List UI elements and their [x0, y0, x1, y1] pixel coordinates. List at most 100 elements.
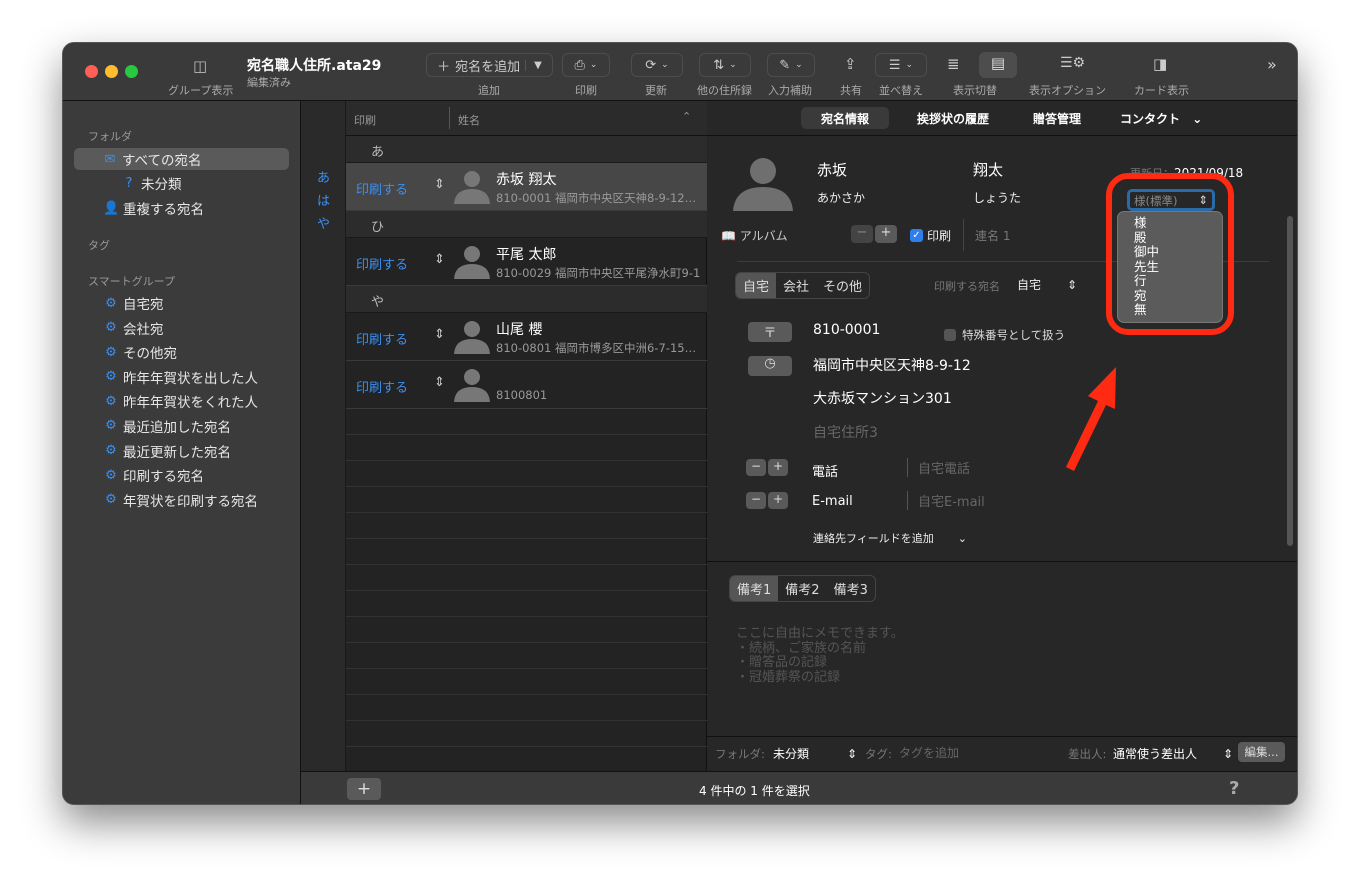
zip-field[interactable]: 810-0001: [813, 322, 880, 338]
update-button[interactable]: ⟳ ⌄: [631, 53, 683, 77]
view-options-icon[interactable]: ☰⚙: [1060, 55, 1085, 71]
updown-icon[interactable]: ⇕: [434, 375, 445, 390]
gear-icon: ⚙: [105, 320, 117, 336]
last-name-field[interactable]: 赤坂: [817, 159, 847, 180]
segment-other[interactable]: その他: [816, 273, 869, 298]
index-ha[interactable]: は: [317, 190, 330, 213]
folder-label: フォルダ:: [715, 747, 765, 761]
table-row[interactable]: 印刷する ⇕ 山尾 櫻 810-0801 福岡市博多区中洲6-7-15ビル: [346, 313, 707, 361]
menu-item[interactable]: 先生: [1134, 259, 1222, 275]
updown-icon[interactable]: ⇕: [434, 327, 445, 342]
add-joint-button[interactable]: +: [875, 225, 897, 243]
segment-home[interactable]: 自宅: [736, 273, 777, 298]
table-row[interactable]: 印刷する ⇕ 平尾 太郎 810-0029 福岡市中央区平尾浄水町9-1: [346, 238, 707, 286]
table-row[interactable]: 印刷する ⇕ 赤坂 翔太 810-0001 福岡市中央区天神8-9-12マンション: [346, 163, 707, 211]
tab-greeting-history[interactable]: 挨拶状の履歴: [897, 107, 1009, 129]
sidebar-item-smart[interactable]: ⚙ 年賀状を印刷する宛名: [103, 489, 258, 511]
contact-photo-placeholder[interactable]: [731, 153, 795, 211]
joint-name-input[interactable]: 連名 1: [975, 227, 1010, 244]
sidebar-item-duplicates[interactable]: 👤 重複する宛名: [103, 197, 204, 219]
tab-address-info[interactable]: 宛名情報: [801, 107, 890, 129]
help-button[interactable]: ?: [1229, 778, 1239, 799]
memo-tab-2[interactable]: 備考2: [778, 576, 826, 601]
list-view-icon[interactable]: ≣: [947, 55, 960, 73]
minimize-button[interactable]: [105, 65, 118, 78]
input-assist-button[interactable]: ✎ ⌄: [767, 53, 815, 77]
memo-tab-3[interactable]: 備考3: [827, 576, 875, 601]
close-button[interactable]: [85, 65, 98, 78]
sidebar-item-smart[interactable]: ⚙ 最近追加した宛名: [103, 415, 258, 437]
address-line2-field[interactable]: 大赤坂マンション301: [813, 388, 952, 408]
phone-input[interactable]: 自宅電話: [907, 458, 970, 477]
remove-joint-button[interactable]: −: [851, 225, 873, 243]
first-kana-field[interactable]: しょうた: [973, 189, 1021, 206]
add-phone-button[interactable]: +: [768, 459, 788, 476]
address-lookup-button[interactable]: ◷: [748, 356, 792, 376]
index-a[interactable]: あ: [317, 167, 330, 190]
add-address-button[interactable]: ＋宛名を追加 ▼: [426, 53, 553, 77]
first-name-field[interactable]: 翔太: [973, 159, 1003, 180]
album-button[interactable]: 📖 アルバム: [721, 227, 788, 244]
sender-select[interactable]: 通常使う差出人 ⇕: [1113, 745, 1233, 762]
scrollbar[interactable]: [1287, 216, 1293, 546]
tab-gift-management[interactable]: 贈答管理: [1013, 107, 1101, 129]
sidebar-item-smart[interactable]: ⚙ 会社宛: [103, 317, 258, 339]
updown-icon[interactable]: ⇕: [434, 177, 445, 192]
dropdown-arrow-icon[interactable]: ▼: [525, 59, 542, 71]
zoom-button[interactable]: [125, 65, 138, 78]
sidebar-item-smart[interactable]: ⚙ 昨年年賀状を出した人: [103, 366, 258, 388]
print-toggle[interactable]: 印刷する: [356, 254, 408, 273]
print-toggle[interactable]: 印刷する: [356, 377, 408, 396]
memo-tab-1[interactable]: 備考1: [730, 576, 779, 601]
menu-item[interactable]: 様: [1134, 215, 1222, 231]
updown-icon[interactable]: ⇕: [434, 252, 445, 267]
email-input[interactable]: 自宅E-mail: [907, 491, 985, 510]
print-toggle[interactable]: 印刷する: [356, 329, 408, 348]
split-view-icon[interactable]: ▤: [979, 52, 1017, 78]
add-email-button[interactable]: +: [768, 492, 788, 509]
menu-item[interactable]: 宛: [1134, 288, 1222, 304]
table-row[interactable]: 印刷する ⇕ 8100801: [346, 361, 707, 409]
print-toggle[interactable]: 印刷する: [356, 179, 408, 198]
tab-contact[interactable]: コンタクト ⌄: [1100, 107, 1222, 129]
menu-item[interactable]: 御中: [1134, 244, 1222, 260]
sidebar-item-smart[interactable]: ⚙ 自宅宛: [103, 292, 258, 314]
column-name[interactable]: 姓名: [458, 112, 480, 128]
print-button[interactable]: ⎙ ⌄: [562, 53, 610, 77]
tag-input[interactable]: タグを追加: [899, 744, 959, 761]
zip-lookup-button[interactable]: 〒: [748, 322, 792, 342]
memo-textarea[interactable]: ここに自由にメモできます。 ・続柄、ご家族の名前 ・贈答品の記録 ・冠婚葬祭の記…: [736, 626, 904, 685]
sidebar-item-smart[interactable]: ⚙ 昨年年賀状をくれた人: [103, 390, 258, 412]
overflow-icon[interactable]: »: [1267, 55, 1277, 74]
address-line3-field[interactable]: 自宅住所3: [813, 422, 878, 442]
print-address-select[interactable]: 自宅 ⇕: [1017, 276, 1077, 293]
print-checkbox[interactable]: ✓ 印刷: [910, 227, 951, 244]
sidebar-icon[interactable]: ◫: [193, 57, 207, 75]
index-ya[interactable]: や: [317, 213, 330, 236]
add-button[interactable]: +: [347, 778, 381, 800]
segment-work[interactable]: 会社: [776, 273, 816, 298]
special-number-checkbox[interactable]: 特殊番号として扱う: [944, 327, 1065, 343]
sidebar-item-smart[interactable]: ⚙ その他宛: [103, 341, 258, 363]
menu-item[interactable]: 行: [1134, 273, 1222, 289]
menu-item[interactable]: 無: [1134, 302, 1222, 318]
sidebar-item-all[interactable]: ✉ すべての宛名: [74, 148, 289, 170]
remove-email-button[interactable]: −: [746, 492, 766, 509]
remove-phone-button[interactable]: −: [746, 459, 766, 476]
card-view-icon[interactable]: ◨: [1153, 55, 1167, 73]
last-kana-field[interactable]: あかさか: [817, 189, 865, 206]
share-icon[interactable]: ⇪: [844, 55, 857, 73]
email-label[interactable]: E-mail: [812, 494, 853, 509]
column-print[interactable]: 印刷: [354, 112, 376, 128]
sidebar-item-uncategorized[interactable]: ? 未分類: [121, 172, 182, 194]
sort-button[interactable]: ☰ ⌄: [875, 53, 927, 77]
add-contact-field-button[interactable]: 連絡先フィールドを追加 ⌄: [813, 530, 967, 546]
folder-select[interactable]: 未分類 ⇕: [773, 745, 857, 762]
sidebar-item-smart[interactable]: ⚙ 印刷する宛名: [103, 464, 258, 486]
edit-sender-button[interactable]: 編集...: [1238, 742, 1285, 762]
menu-item[interactable]: 殿: [1134, 230, 1222, 246]
address-line1-field[interactable]: 福岡市中央区天神8-9-12: [813, 355, 971, 375]
phone-label[interactable]: 電話: [812, 461, 838, 480]
other-address-button[interactable]: ⇅ ⌄: [699, 53, 751, 77]
sidebar-item-smart[interactable]: ⚙ 最近更新した宛名: [103, 440, 258, 462]
